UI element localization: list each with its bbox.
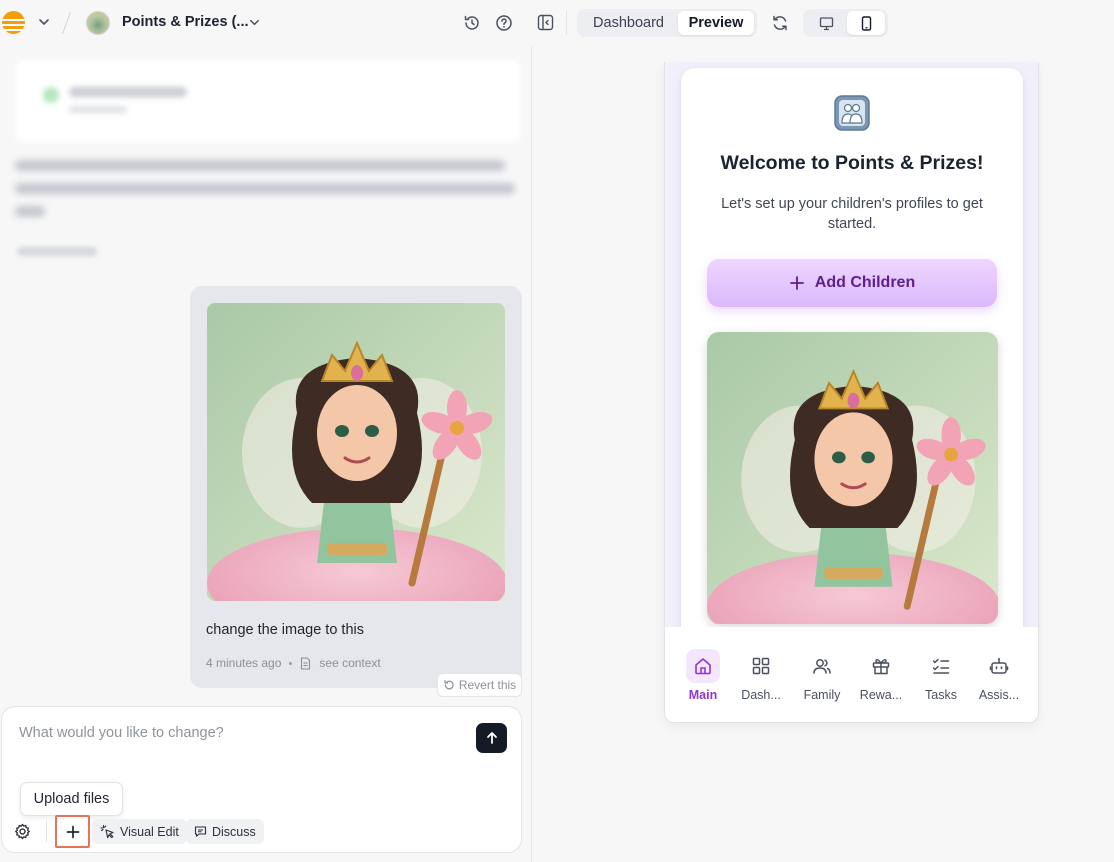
project-avatar[interactable] [86, 11, 110, 35]
device-toggle [803, 9, 888, 37]
message-time: 4 minutes ago [206, 656, 282, 670]
send-button[interactable] [476, 723, 507, 753]
add-children-label: Add Children [814, 274, 916, 291]
bottom-nav: Main Dash... Family Rewa... Tasks Assis.… [665, 627, 1038, 722]
plus-icon [66, 825, 79, 838]
bot-icon [989, 658, 1009, 674]
nav-label-main: Main [688, 688, 718, 702]
arrow-up-icon [486, 732, 497, 744]
revert-label: Revert this [458, 678, 517, 692]
discuss-button[interactable]: Discuss [186, 819, 264, 844]
nav-label-assistant: Assis... [978, 688, 1020, 702]
chat-topbar: Points & Prizes (... [0, 0, 531, 46]
welcome-subtitle: Let's set up your children's profiles to… [721, 196, 983, 232]
nav-item-main[interactable]: Main [673, 649, 733, 702]
view-tabs: Dashboard Preview [577, 9, 757, 37]
gift-icon [872, 658, 890, 675]
history-icon[interactable] [463, 14, 481, 32]
composer-input[interactable]: What would you like to change? [19, 725, 224, 741]
chat-bubble-icon [194, 826, 207, 837]
visual-edit-label: Visual Edit [120, 824, 179, 839]
nav-label-tasks: Tasks [925, 688, 957, 702]
brand-logo[interactable] [2, 11, 25, 34]
desktop-icon [819, 16, 833, 30]
tab-dashboard[interactable]: Dashboard [580, 11, 677, 35]
welcome-title: Welcome to Points & Prizes! [720, 152, 984, 174]
nav-item-dashboard[interactable]: Dash... [731, 649, 791, 702]
previous-message-card [15, 60, 521, 142]
chevron-down-icon[interactable] [37, 15, 51, 29]
header-divider [566, 11, 567, 35]
nav-item-assistant[interactable]: Assis... [969, 649, 1029, 702]
plus-icon [789, 276, 804, 290]
checklist-icon [932, 658, 950, 674]
project-name[interactable]: Points & Prizes (... [122, 14, 249, 30]
nav-item-rewards[interactable]: Rewa... [851, 649, 911, 702]
revert-button[interactable]: Revert this [437, 673, 522, 697]
user-message-text: change the image to this [206, 622, 364, 638]
mobile-view-button[interactable] [847, 11, 885, 35]
chevron-down-icon[interactable] [248, 16, 261, 29]
help-icon[interactable] [495, 14, 513, 32]
tab-preview[interactable]: Preview [678, 11, 754, 35]
nav-item-tasks[interactable]: Tasks [911, 649, 971, 702]
document-icon [301, 656, 311, 670]
visual-edit-button[interactable]: Visual Edit [92, 819, 187, 844]
upload-files-button[interactable] [55, 815, 90, 848]
meta-separator [289, 661, 293, 665]
welcome-card: Welcome to Points & Prizes! Let's set up… [681, 68, 1023, 688]
family-logo-icon [834, 95, 870, 131]
mobile-preview-frame: Welcome to Points & Prizes! Let's set up… [664, 62, 1039, 723]
previous-message-time [17, 247, 97, 256]
home-icon [695, 658, 711, 675]
add-children-button[interactable]: Add Children [707, 259, 997, 307]
previous-message-text [15, 160, 523, 229]
nav-label-dashboard: Dash... [741, 688, 781, 702]
toolbar-divider [46, 820, 47, 842]
hero-fairy-image [707, 332, 998, 624]
discuss-label: Discuss [212, 824, 256, 839]
see-context-link[interactable]: see context [319, 656, 380, 670]
panel-divider[interactable] [531, 46, 532, 862]
user-message: change the image to this 4 minutes ago s… [190, 286, 522, 688]
uploaded-fairy-image[interactable] [207, 303, 505, 601]
desktop-view-button[interactable] [807, 11, 845, 35]
gear-icon[interactable] [14, 823, 31, 840]
sidebar-toggle-icon[interactable] [537, 14, 554, 31]
nav-label-family: Family [803, 688, 841, 702]
mobile-icon [861, 15, 871, 31]
message-meta: 4 minutes ago see context [206, 656, 381, 670]
nav-item-family[interactable]: Family [792, 649, 852, 702]
undo-icon [444, 679, 454, 690]
users-icon [813, 659, 831, 674]
breadcrumb-separator [61, 12, 77, 34]
grid-icon [752, 657, 770, 675]
upload-files-tooltip: Upload files [20, 782, 123, 816]
cursor-sparkle-icon [100, 824, 114, 839]
nav-label-rewards: Rewa... [859, 688, 903, 702]
chat-panel: Points & Prizes (... change the image to… [0, 0, 531, 862]
refresh-icon[interactable] [771, 14, 789, 32]
